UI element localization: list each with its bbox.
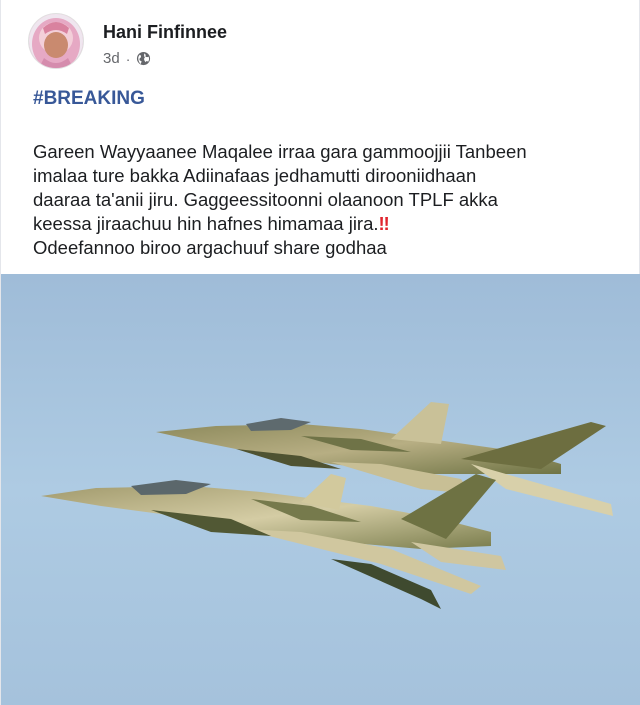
body-line: daaraa ta'anii jiru. Gaggeessitoonni ola…	[33, 189, 498, 210]
body-line: Odeefannoo biroo argachuuf share godhaa	[33, 237, 387, 258]
double-exclamation-icon: ‼	[378, 213, 390, 234]
post-meta: 3d ·	[103, 50, 151, 67]
hashtag-link[interactable]: #BREAKING	[33, 88, 145, 110]
post-header: Hani Finfinnee 3d ·	[29, 14, 609, 70]
body-line: imalaa ture bakka Adiinafaas jedhamutti …	[33, 165, 477, 186]
timestamp[interactable]: 3d	[103, 50, 120, 67]
post-body: Gareen Wayyaanee Maqalee irraa gara gamm…	[33, 140, 613, 260]
meta-separator: ·	[125, 50, 131, 67]
post-photo[interactable]	[1, 274, 640, 705]
body-line-with-emphasis: keessa jiraachuu hin hafnes himamaa jira…	[33, 212, 613, 236]
body-line: Gareen Wayyaanee Maqalee irraa gara gamm…	[33, 141, 527, 162]
author-name[interactable]: Hani Finfinnee	[103, 22, 227, 43]
avatar-image	[29, 14, 83, 68]
avatar[interactable]	[29, 14, 83, 68]
fighter-jets-image	[1, 274, 640, 705]
body-line: keessa jiraachuu hin hafnes himamaa jira…	[33, 213, 379, 234]
globe-icon[interactable]	[136, 51, 151, 66]
post-card: Hani Finfinnee 3d · #BREAKING Gareen Way…	[0, 0, 640, 705]
